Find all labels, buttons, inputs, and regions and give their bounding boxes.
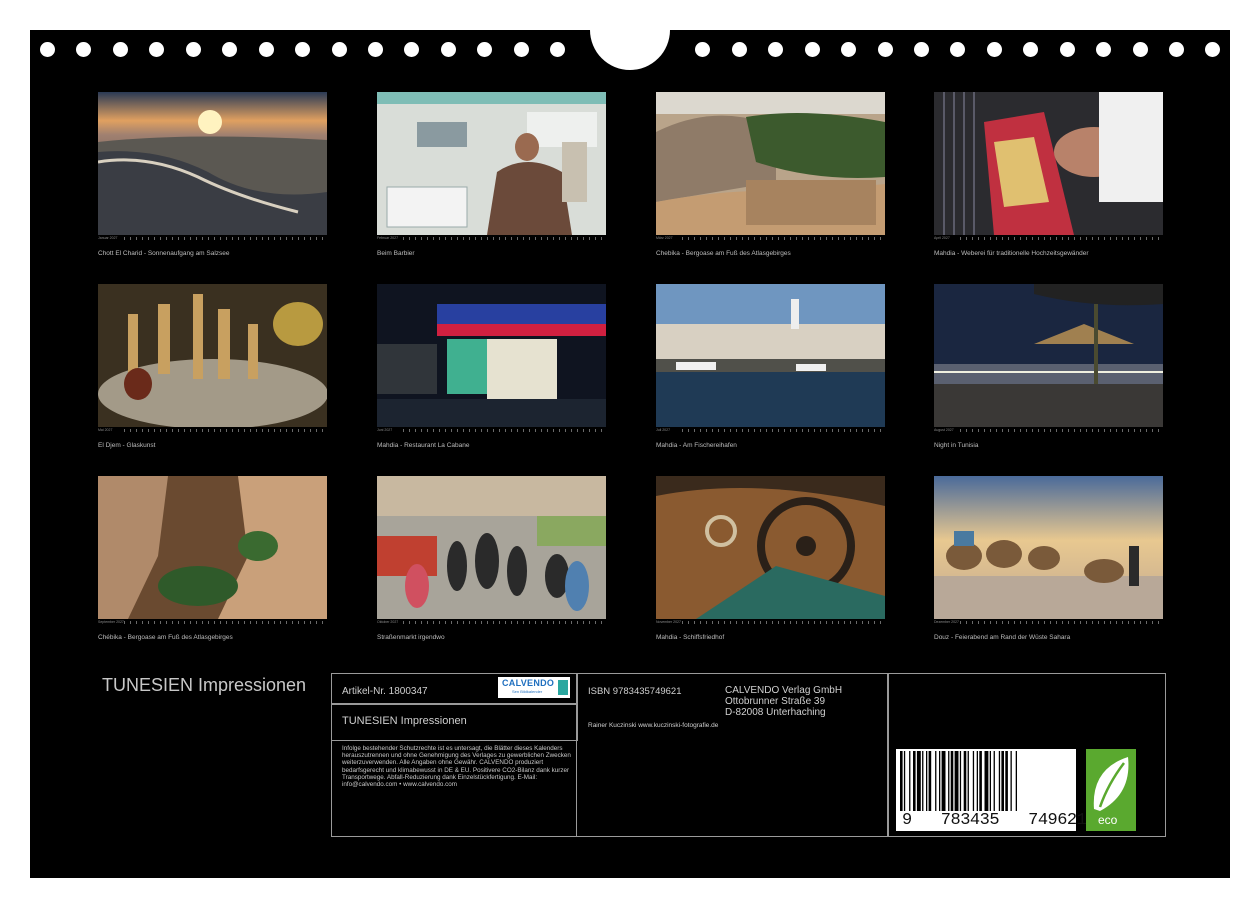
publisher-name: CALVENDO Verlag GmbH: [725, 685, 843, 696]
binding-hole: [368, 42, 383, 57]
calendar-back-page: Januar 2027 Chott El Charid - Sonnenaufg…: [30, 0, 1230, 878]
barcode-digits: 9 783435 749621: [902, 811, 1087, 830]
binding-hole: [1060, 42, 1075, 57]
binding-hole: [695, 42, 710, 57]
photo-caption: Mahdia - Schiffsfriedhof: [656, 634, 725, 641]
binding-hole: [76, 42, 91, 57]
photo-night-beach: [934, 284, 1163, 427]
photo-barber: [377, 92, 606, 235]
day-row: [377, 429, 606, 434]
isbn-barcode: 9 783435 749621: [896, 749, 1087, 831]
binding-hole: [841, 42, 856, 57]
day-row: [98, 237, 327, 242]
calvendo-logo: CALVENDO Sen Bildkalender: [498, 677, 570, 698]
photo-caption: Mahdia - Am Fischereihafen: [656, 442, 737, 449]
calendar-title: TUNESIEN Impressionen: [102, 675, 307, 695]
photo-caption: Chébika - Bergoase am Fuß des Atlasgebir…: [98, 634, 233, 641]
binding-hole: [404, 42, 419, 57]
photo-salt-lake-sunrise: [98, 92, 327, 235]
binding-hole: [1096, 42, 1111, 57]
eco-label: eco: [1098, 813, 1118, 827]
photo-mountain-oasis: [656, 92, 885, 235]
isbn: ISBN 9783435749621: [588, 686, 682, 697]
photo-caption: El Djem - Glaskunst: [98, 442, 156, 449]
binding-hole: [149, 42, 164, 57]
hanger-cutout: [590, 0, 670, 70]
day-row: [656, 621, 885, 626]
binding-hole: [1169, 42, 1184, 57]
binding-hole: [295, 42, 310, 57]
photo-caption: Chott El Charid - Sonnenaufgang am Salzs…: [98, 250, 230, 257]
binding-hole: [514, 42, 529, 57]
day-row: [377, 621, 606, 626]
binding-hole: [1023, 42, 1038, 57]
logo-subtext: Sen Bildkalender: [512, 689, 543, 694]
day-row: [98, 429, 327, 434]
logo-text: CALVENDO: [502, 678, 555, 688]
photo-weaving: [934, 92, 1163, 235]
photo-caption: Mahdia - Weberei für traditionelle Hochz…: [934, 250, 1089, 257]
binding-hole: [550, 42, 565, 57]
photo-fishing-harbor: [656, 284, 885, 427]
photo-restaurant: [377, 284, 606, 427]
photo-caption: Straßenmarkt irgendwo: [377, 634, 445, 641]
legal-notice: Infolge bestehender Schutzrechte ist es …: [342, 745, 571, 789]
day-row: [934, 621, 1163, 626]
photo-caption: Chebika - Bergoase am Fuß des Atlasgebir…: [656, 250, 791, 257]
binding-hole: [186, 42, 201, 57]
binding-hole: [950, 42, 965, 57]
day-row: [377, 237, 606, 242]
article-number: Artikel-Nr. 1800347: [342, 686, 428, 697]
binding-hole: [222, 42, 237, 57]
photo-camels-desert: [934, 476, 1163, 619]
binding-hole: [1133, 42, 1148, 57]
publisher-city: D-82008 Unterhaching: [725, 707, 826, 718]
binding-hole: [878, 42, 893, 57]
photo-ship-graveyard: [656, 476, 885, 619]
day-row: [98, 621, 327, 626]
photo-street-market: [377, 476, 606, 619]
photo-canyon: [98, 476, 327, 619]
eco-badge: eco: [1086, 749, 1136, 831]
logo-mark-icon: [558, 680, 568, 695]
day-row: [656, 237, 885, 242]
binding-hole: [332, 42, 347, 57]
day-row: [934, 429, 1163, 434]
binding-hole: [1205, 42, 1220, 57]
binding-hole: [441, 42, 456, 57]
binding-hole: [805, 42, 820, 57]
binding-hole: [987, 42, 1002, 57]
binding-hole: [477, 42, 492, 57]
photo-caption: Mahdia - Restaurant La Cabane: [377, 442, 470, 449]
binding-hole: [768, 42, 783, 57]
author-credit: Rainer Kuczinski www.kuczinski-fotografi…: [588, 722, 719, 729]
binding-hole: [732, 42, 747, 57]
publisher-street: Ottobrunner Straße 39: [725, 696, 826, 707]
day-row: [656, 429, 885, 434]
photo-caption: Beim Barbier: [377, 250, 415, 257]
photo-glass-art: [98, 284, 327, 427]
product-title: TUNESIEN Impressionen: [342, 715, 467, 727]
binding-hole: [113, 42, 128, 57]
photo-caption: Night in Tunisia: [934, 442, 979, 449]
binding-hole: [40, 42, 55, 57]
binding-hole: [259, 42, 274, 57]
photo-caption: Douz - Feierabend am Rand der Wüste Saha…: [934, 634, 1071, 641]
barcode-bars: [900, 751, 1017, 811]
day-row: [934, 237, 1163, 242]
binding-hole: [914, 42, 929, 57]
